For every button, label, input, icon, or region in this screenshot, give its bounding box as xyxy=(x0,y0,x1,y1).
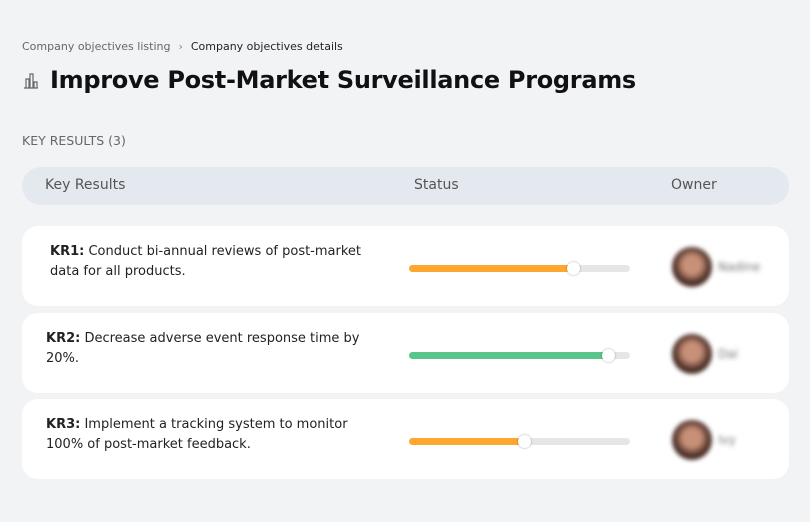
owner-name: Ivy xyxy=(718,433,736,447)
breadcrumb-current: Company objectives details xyxy=(190,40,343,53)
key-result-id: KR2: xyxy=(46,331,81,346)
key-result-description: Decrease adverse event response time by … xyxy=(46,331,360,366)
key-result-id: KR3: xyxy=(46,417,81,432)
progress-fill xyxy=(409,352,608,359)
progress-handle[interactable] xyxy=(517,435,531,448)
progress-fill xyxy=(409,265,573,272)
table-row[interactable]: KR1: Conduct bi-annual reviews of post-m… xyxy=(22,226,789,306)
owner-name: Nadine xyxy=(718,260,761,274)
key-result-id: KR1: xyxy=(50,244,85,259)
key-result-description: Implement a tracking system to monitor 1… xyxy=(46,417,348,452)
breadcrumb: Company objectives listing › Company obj… xyxy=(22,40,343,53)
key-result-description: Conduct bi-annual reviews of post-market… xyxy=(50,244,362,279)
building-chart-icon xyxy=(24,73,38,89)
progress-handle[interactable] xyxy=(566,262,580,275)
progress-bar[interactable] xyxy=(409,262,630,275)
key-results-count: KEY RESULTS (3) xyxy=(22,133,126,148)
breadcrumb-separator: › xyxy=(178,40,183,53)
owner-name: Dai xyxy=(718,347,738,361)
table-header: Key Results Status Owner xyxy=(22,167,789,205)
header-key-results: Key Results xyxy=(45,177,126,193)
avatar xyxy=(672,420,712,460)
page-title: Improve Post-Market Surveillance Program… xyxy=(50,66,636,94)
header-status: Status xyxy=(414,177,459,193)
avatar xyxy=(672,334,712,374)
table-row[interactable]: KR3: Implement a tracking system to moni… xyxy=(22,399,789,479)
key-result-text: KR3: Implement a tracking system to moni… xyxy=(46,415,366,455)
progress-bar[interactable] xyxy=(409,435,630,448)
progress-fill xyxy=(409,438,524,445)
progress-handle[interactable] xyxy=(601,349,615,362)
table-row[interactable]: KR2: Decrease adverse event response tim… xyxy=(22,313,789,393)
page-header: Improve Post-Market Surveillance Program… xyxy=(22,66,636,94)
key-result-text: KR1: Conduct bi-annual reviews of post-m… xyxy=(50,242,370,282)
breadcrumb-parent-link[interactable]: Company objectives listing xyxy=(22,40,170,53)
header-owner: Owner xyxy=(671,177,717,193)
progress-bar[interactable] xyxy=(409,349,630,362)
avatar xyxy=(672,247,712,287)
key-result-text: KR2: Decrease adverse event response tim… xyxy=(46,329,366,369)
